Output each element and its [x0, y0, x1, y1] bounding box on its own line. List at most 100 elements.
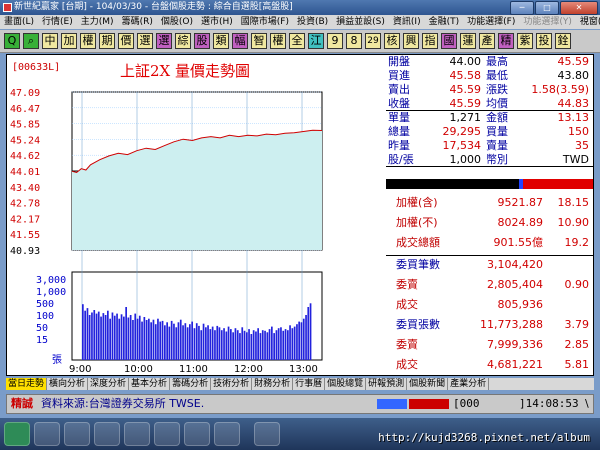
- market-change: 2.85: [564, 338, 590, 351]
- clock: ]14:08:53: [519, 397, 579, 410]
- tab-10[interactable]: 研報預測: [366, 378, 408, 390]
- volume-bar: [273, 333, 275, 360]
- start-icon[interactable]: [4, 422, 30, 446]
- volume-bar: [100, 316, 102, 360]
- time-tick-label: 10:00: [124, 364, 153, 375]
- volume-bar: [198, 325, 200, 360]
- taskbar-app-icon[interactable]: [124, 422, 150, 446]
- market-change: 19.2: [564, 236, 590, 249]
- quote-value: 29,295: [442, 125, 482, 138]
- market-value: 4,681,221: [487, 358, 543, 371]
- volume-bar: [191, 321, 193, 360]
- resize-grip[interactable]: \: [585, 395, 589, 413]
- quote-value: 45.59: [449, 97, 482, 110]
- quote-label: 昨量: [388, 139, 410, 152]
- quote-value: 43.80: [557, 69, 590, 82]
- volume-bar: [205, 327, 207, 360]
- tab-9[interactable]: 個股總覽: [325, 378, 367, 390]
- tab-5[interactable]: 籌碼分析: [170, 378, 212, 390]
- market-change: 3.79: [564, 318, 590, 331]
- volume-bar: [93, 310, 96, 360]
- volume-bar: [123, 316, 125, 360]
- market-label: 加權(不): [396, 216, 438, 229]
- volume-tick-label: 500: [36, 299, 54, 310]
- taskbar-app-icon[interactable]: [154, 422, 180, 446]
- volume-bar: [284, 329, 287, 360]
- tab-1[interactable]: 當日走勢: [6, 378, 48, 390]
- market-row: 成交 4,681,221 5.81: [386, 355, 593, 375]
- volume-bar: [125, 307, 127, 360]
- market-value: 8024.89: [497, 216, 544, 229]
- volume-bar: [91, 312, 93, 360]
- taskbar-app-icon[interactable]: [214, 422, 240, 446]
- volume-bar: [118, 318, 121, 360]
- volume-bar: [202, 323, 205, 360]
- quote-label: 幣別: [486, 153, 508, 166]
- tab-12[interactable]: 產業分析: [448, 378, 490, 390]
- price-tick-label: 47.09: [10, 88, 40, 99]
- divider: [386, 166, 593, 167]
- taskbar-app-icon[interactable]: [184, 422, 210, 446]
- tab-7[interactable]: 財務分析: [252, 378, 294, 390]
- taskbar-app-icon[interactable]: [34, 422, 60, 446]
- tab-4[interactable]: 基本分析: [129, 378, 171, 390]
- quote-label: 買進: [388, 69, 410, 82]
- volume-bar: [107, 310, 109, 360]
- market-row: 委買筆數 3,104,420: [386, 255, 593, 275]
- volume-bar: [300, 322, 303, 360]
- price-tick-label: 40.93: [10, 246, 40, 257]
- volume-bar: [296, 324, 298, 360]
- market-row: 委買張數 11,773,288 3.79: [386, 315, 593, 335]
- market-label: 成交: [396, 358, 418, 371]
- volume-bar: [309, 303, 312, 360]
- ticker-code[interactable]: [000: [453, 395, 480, 413]
- quote-row: 單量 1,271 金額 13.13: [386, 111, 593, 125]
- volume-bar: [129, 315, 132, 360]
- bid-ask-bar: [386, 179, 593, 189]
- taskbar-app-icon[interactable]: [64, 422, 90, 446]
- market-row: 加權(不) 8024.89 10.90: [386, 213, 593, 233]
- analysis-tabs: 當日走勢 橫向分析 深度分析 基本分析 籌碼分析 技術分析 財務分析 行事曆 個股總覽 研報預測個…: [6, 378, 594, 390]
- volume-bar: [207, 325, 209, 360]
- taskbar-app-icon[interactable]: [94, 422, 120, 446]
- quote-row: 股/張 1,000 幣別 TWD: [386, 153, 593, 167]
- volume-bar: [239, 333, 241, 360]
- quote-label: 單量: [388, 111, 410, 124]
- market-label: 委賣: [396, 278, 418, 291]
- volume-bar: [189, 324, 191, 360]
- taskbar-app-icon[interactable]: [254, 422, 280, 446]
- bid-ask-bar-blue: [519, 179, 523, 189]
- market-value: 3,104,420: [487, 258, 543, 271]
- volume-bar: [132, 320, 134, 360]
- volume-bar: [104, 315, 107, 360]
- volume-bar: [141, 321, 143, 360]
- volume-bar: [186, 327, 189, 360]
- tab-6[interactable]: 技術分析: [211, 378, 253, 390]
- market-value: 9521.87: [497, 196, 544, 209]
- volume-bar: [264, 330, 266, 360]
- tab-3[interactable]: 深度分析: [88, 378, 130, 390]
- quote-row: 開盤 44.00 最高 45.59: [386, 55, 593, 69]
- quote-label: 最高: [486, 55, 508, 68]
- volume-bar: [220, 330, 223, 360]
- volume-bar: [82, 304, 84, 360]
- tab-8[interactable]: 行事曆: [293, 378, 326, 390]
- quote-value: 44.83: [557, 97, 590, 110]
- market-change: 5.81: [564, 358, 590, 371]
- volume-bar: [266, 332, 269, 360]
- volume-bar: [136, 318, 139, 360]
- quote-value: 35: [575, 139, 589, 152]
- tab-11[interactable]: 個股新聞: [407, 378, 449, 390]
- market-row: 委賣 2,805,404 0.90: [386, 275, 593, 295]
- volume-tick-label: 50: [36, 323, 48, 334]
- volume-bar: [248, 329, 250, 360]
- volume-bar: [216, 325, 219, 360]
- volume-bar: [293, 326, 296, 360]
- market-change: 10.90: [557, 216, 590, 229]
- volume-bar: [102, 313, 105, 360]
- volume-bar: [268, 329, 271, 360]
- tab-2[interactable]: 橫向分析: [47, 378, 89, 390]
- volume-bar: [184, 323, 187, 360]
- volume-bar: [134, 313, 137, 360]
- volume-bar: [195, 323, 198, 360]
